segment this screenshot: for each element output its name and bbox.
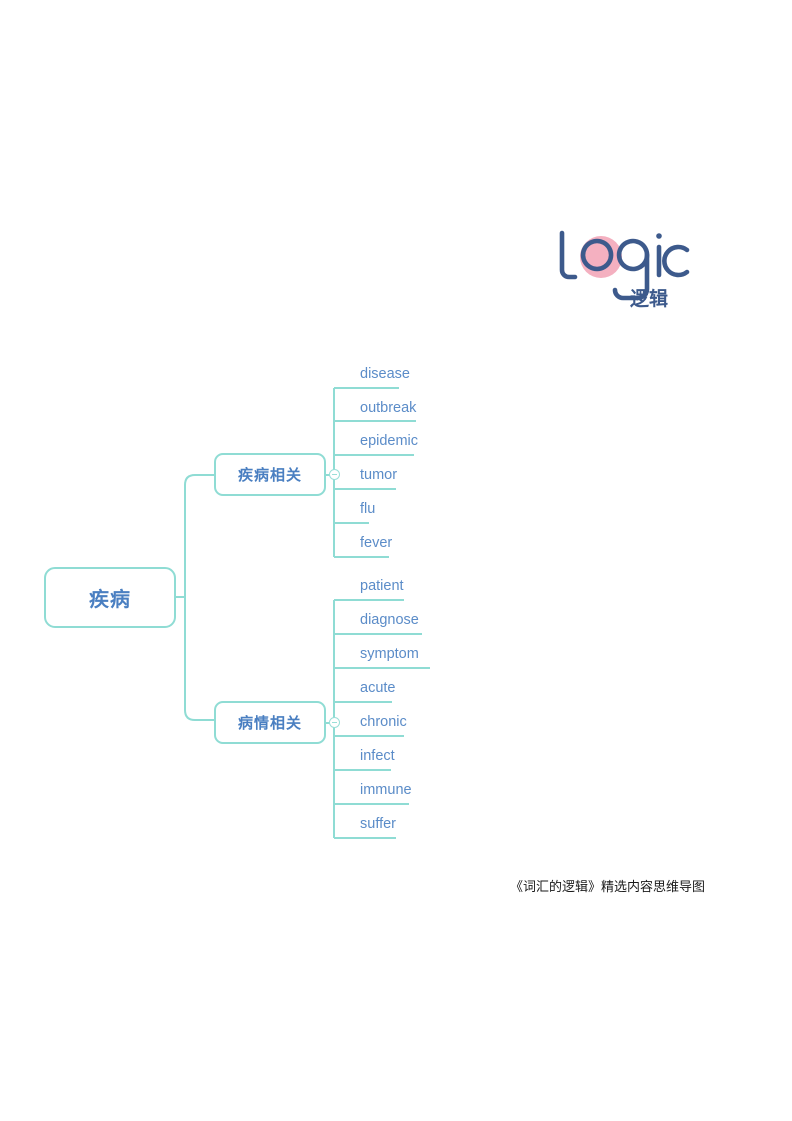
leaf-node[interactable]: acute — [360, 679, 395, 697]
leaf-label: chronic — [360, 714, 407, 730]
logo-letter-i-dot — [656, 233, 662, 239]
leaf-node[interactable]: diagnose — [360, 611, 419, 629]
collapse-minus-icon[interactable] — [329, 469, 340, 480]
leaf-label: patient — [360, 578, 404, 594]
leaf-node[interactable]: symptom — [360, 645, 419, 663]
leaf-node[interactable]: patient — [360, 577, 404, 595]
logo-subtitle: 逻辑 — [630, 287, 668, 310]
branch-node-condition-related[interactable]: 病情相关 — [214, 701, 326, 744]
leaf-label: acute — [360, 680, 396, 696]
leaf-label: diagnose — [360, 612, 419, 628]
mindmap-connectors — [0, 0, 792, 1121]
leaf-node[interactable]: outbreak — [360, 399, 416, 417]
leaf-node[interactable]: disease — [360, 365, 410, 383]
leaf-label: outbreak — [360, 400, 417, 416]
leaf-node[interactable]: suffer — [360, 815, 396, 833]
logo-letter-c — [662, 244, 690, 278]
leaf-label: suffer — [360, 816, 397, 832]
leaf-label: flu — [360, 501, 376, 517]
leaf-label: fever — [360, 535, 393, 551]
leaf-label: immune — [360, 782, 412, 798]
leaf-node[interactable]: infect — [360, 747, 395, 765]
leaf-label: disease — [360, 366, 410, 382]
root-node-label: 疾病 — [89, 589, 131, 611]
leaf-label: infect — [360, 748, 395, 764]
document-caption: 《词汇的逻辑》精选内容思维导图 — [510, 880, 706, 895]
leaf-node[interactable]: immune — [360, 781, 412, 799]
branch-node-label: 疾病相关 — [237, 467, 302, 484]
root-node[interactable]: 疾病 — [44, 567, 176, 628]
branch-node-disease-related[interactable]: 疾病相关 — [214, 453, 326, 496]
leaf-label: symptom — [360, 646, 419, 662]
connector-trunk-to-branch-1 — [184, 709, 214, 721]
mindmap-page: 逻辑 疾病 疾病相关 病情相关 disease outbreak epidemi… — [0, 0, 792, 1121]
logic-logo: 逻辑 — [553, 227, 695, 313]
leaf-label: tumor — [360, 467, 398, 483]
leaf-label: epidemic — [360, 433, 419, 449]
leaf-node[interactable]: tumor — [360, 466, 397, 484]
logo-letter-l — [559, 230, 578, 280]
leaf-node[interactable]: fever — [360, 534, 392, 552]
leaf-node[interactable]: epidemic — [360, 432, 418, 450]
logo-letter-g — [616, 238, 650, 272]
connector-trunk-to-branch-0 — [184, 474, 214, 486]
leaf-node[interactable]: chronic — [360, 713, 407, 731]
branch-node-label: 病情相关 — [237, 715, 302, 732]
leaf-node[interactable]: flu — [360, 500, 375, 518]
collapse-minus-icon[interactable] — [329, 717, 340, 728]
